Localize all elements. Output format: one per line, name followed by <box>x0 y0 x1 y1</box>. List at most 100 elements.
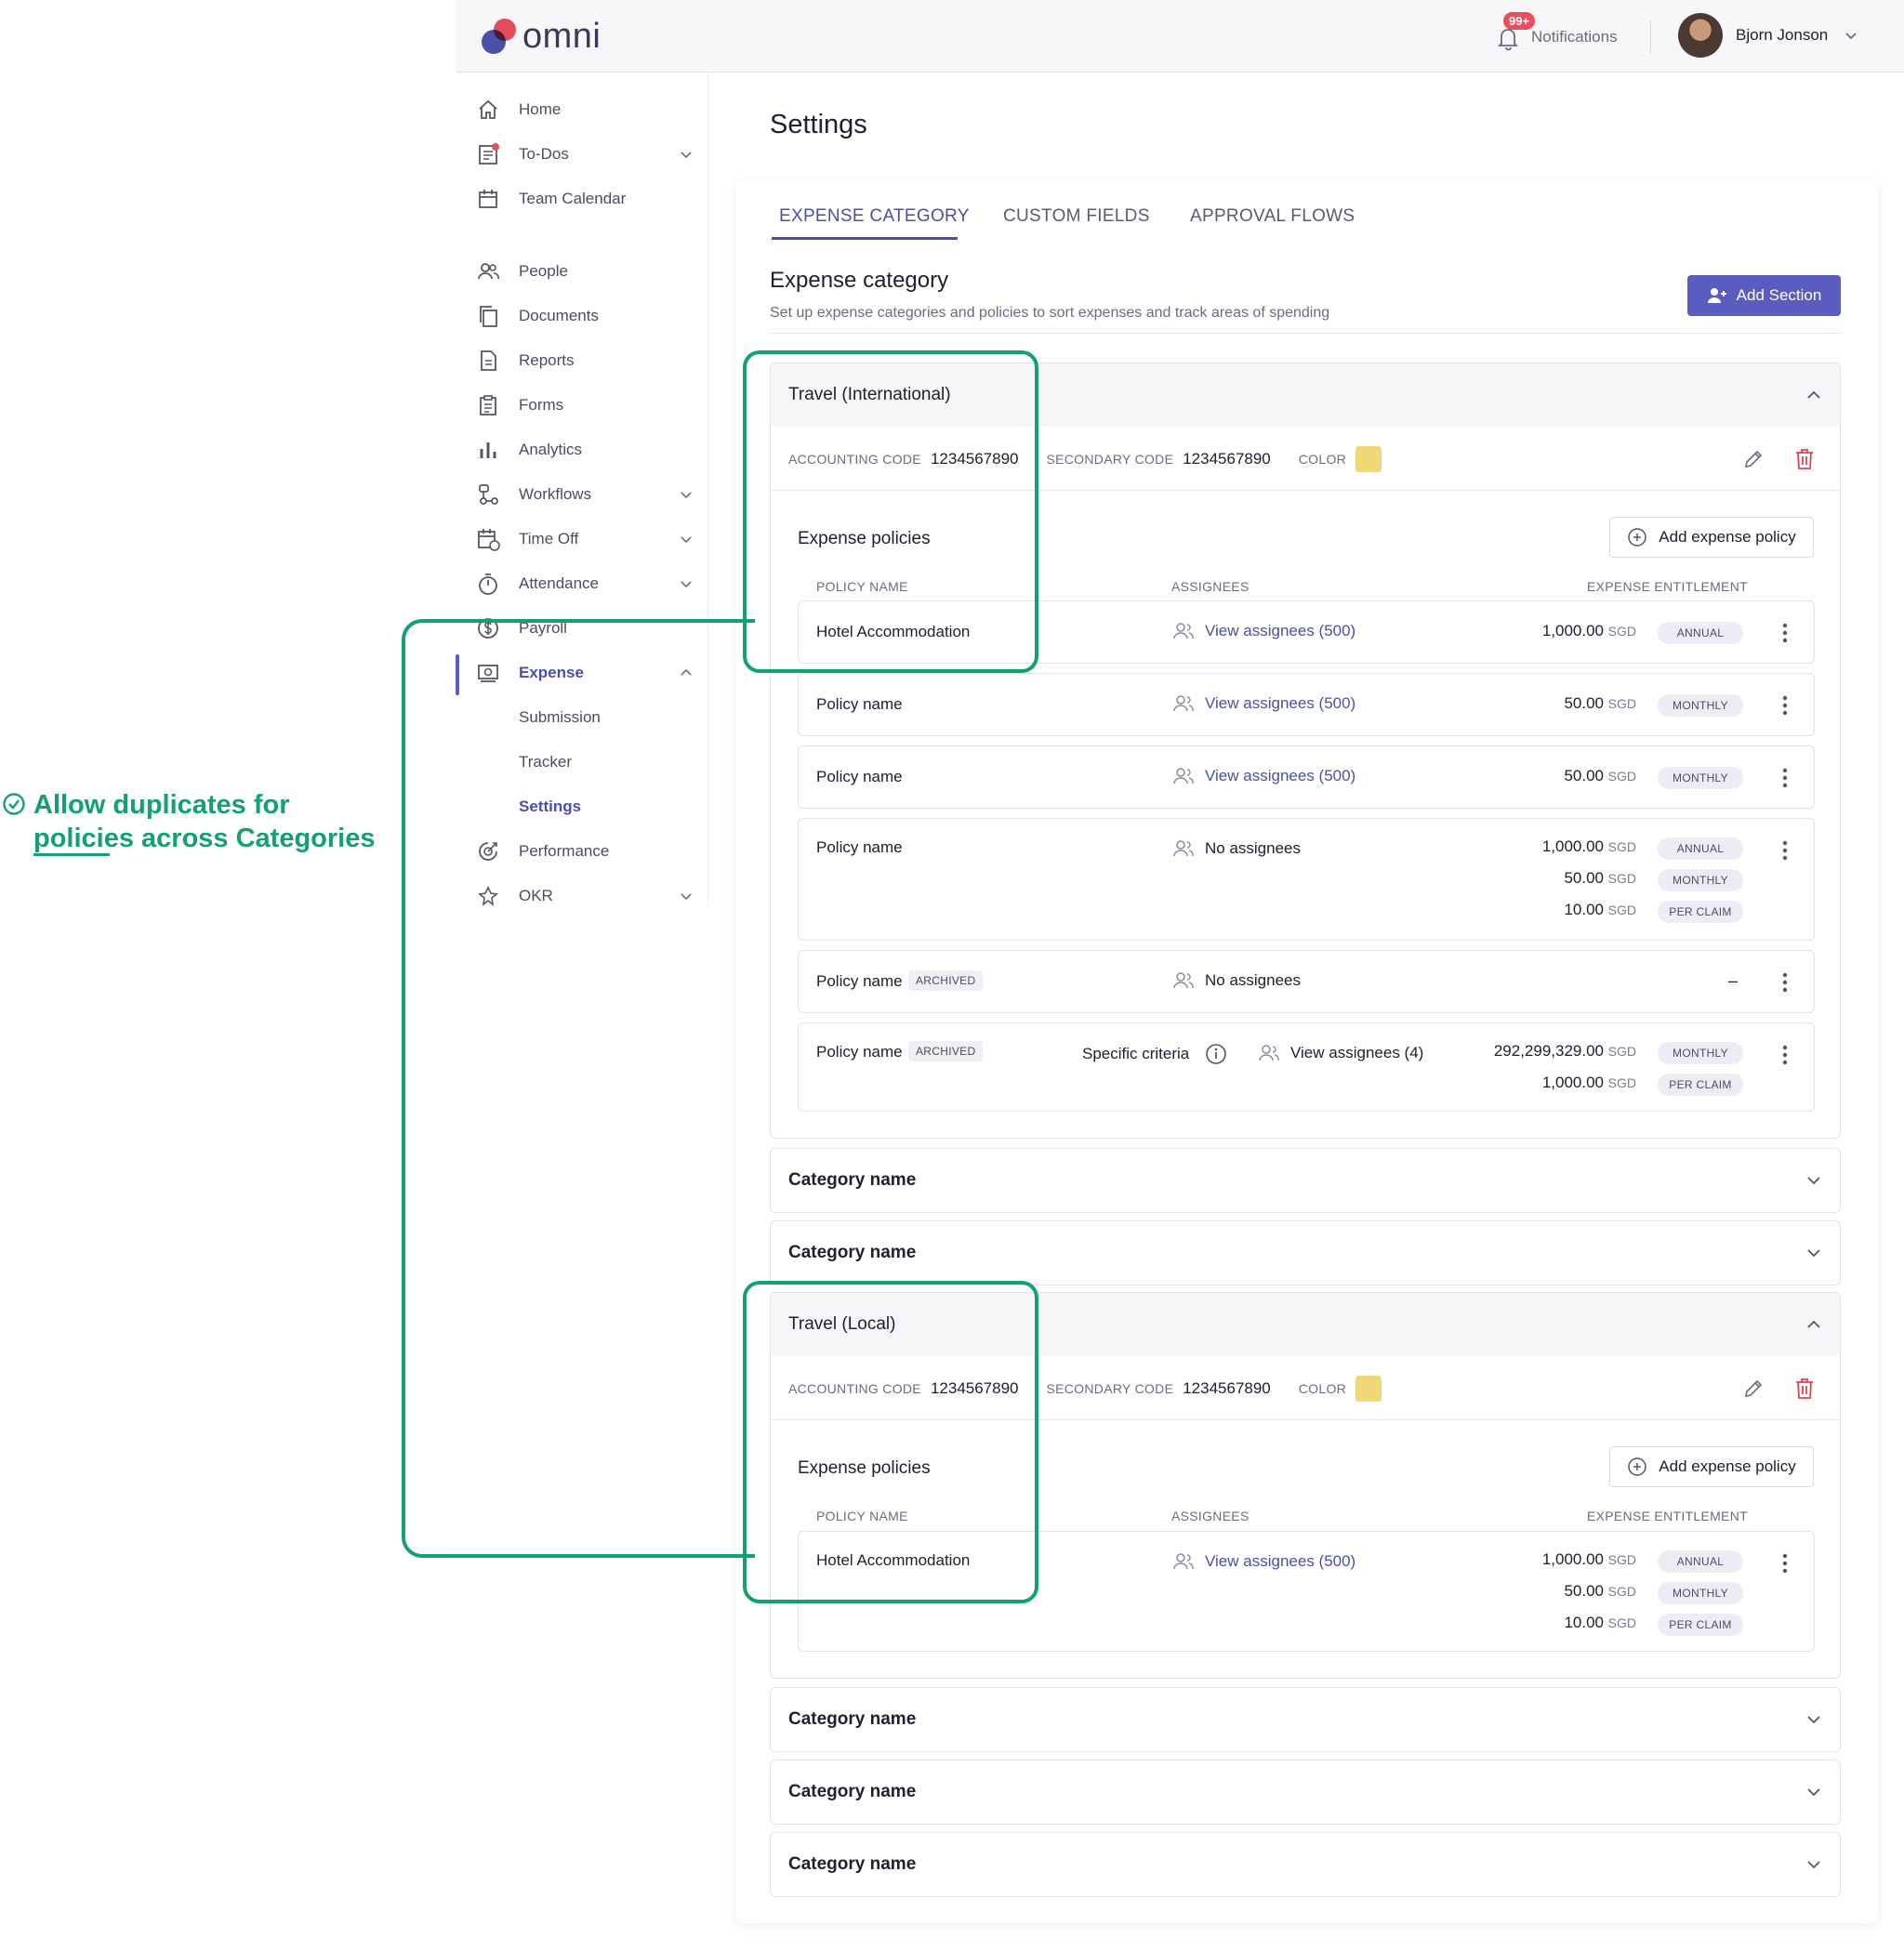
category-header[interactable]: Category name <box>771 1833 1840 1896</box>
entitlement-period-badge: PER CLAIM <box>1658 1614 1743 1636</box>
people-icon <box>1173 695 1194 712</box>
category-collapsed[interactable]: Category name <box>770 1760 1841 1825</box>
category-collapsed[interactable]: Category name <box>770 1832 1841 1897</box>
assignees-text: View assignees (500) <box>1205 694 1356 712</box>
add-expense-policy-button[interactable]: Add expense policy <box>1609 1446 1814 1487</box>
category-collapsed[interactable]: Category name <box>770 1687 1841 1752</box>
omni-logo[interactable]: omni <box>482 17 612 58</box>
sidebar-item-to-dos[interactable]: To-Dos <box>456 136 707 173</box>
sidebar-item-people[interactable]: People <box>456 253 707 290</box>
entitlement-amount: 50.00 <box>1564 694 1604 712</box>
policy-row[interactable]: Policy name ARCHIVED No assignees – <box>798 950 1815 1013</box>
chevron-down-icon[interactable] <box>1805 1244 1823 1262</box>
chevron-down-icon[interactable] <box>679 147 694 162</box>
policy-row[interactable]: Policy name View assignees (500) 50.00 S… <box>798 745 1815 809</box>
policy-row[interactable]: Policy name View assignees (500) 50.00 S… <box>798 673 1815 736</box>
sidebar-item-reports[interactable]: Reports <box>456 342 707 379</box>
people-icon <box>1173 768 1194 784</box>
more-options-icon[interactable] <box>1782 971 1788 994</box>
assignees-text: No assignees <box>1205 971 1302 989</box>
user-menu[interactable]: Bjorn Jonson <box>1678 13 1859 58</box>
entitlement-line: 10.00 SGD PER CLAIM <box>1464 1614 1743 1638</box>
entitlement-currency: SGD <box>1607 871 1636 886</box>
add-expense-policy-label: Add expense policy <box>1659 528 1796 546</box>
sidebar-item-label: Reports <box>519 351 575 369</box>
policy-row[interactable]: Policy name No assignees 1,000.00 SGD AN… <box>798 818 1815 941</box>
sidebar-item-time-off[interactable]: Time Off <box>456 521 707 558</box>
sidebar-item-analytics[interactable]: Analytics <box>456 431 707 468</box>
chevron-down-icon[interactable] <box>1805 1710 1823 1729</box>
category-collapsed[interactable]: Category name <box>770 1220 1841 1285</box>
category-name: Category name <box>788 1170 917 1190</box>
color-label: COLOR <box>1298 452 1347 467</box>
more-options-icon[interactable] <box>1782 839 1788 862</box>
entitlement-currency: SGD <box>1607 1615 1636 1630</box>
category-header[interactable]: Category name <box>771 1760 1840 1824</box>
category-header[interactable]: Category name <box>771 1221 1840 1285</box>
entitlement-line: 1,000.00 SGD ANNUAL <box>1464 622 1743 646</box>
entitlement-currency: SGD <box>1607 1075 1636 1090</box>
sidebar-item-label: Attendance <box>519 574 600 592</box>
tab-custom-fields[interactable]: CUSTOM FIELDS <box>1003 206 1150 227</box>
entitlement-currency: SGD <box>1607 696 1636 711</box>
more-options-icon[interactable] <box>1782 767 1788 789</box>
more-options-icon[interactable] <box>1782 622 1788 644</box>
chevron-up-icon[interactable] <box>1805 1315 1823 1334</box>
chevron-down-icon[interactable] <box>1805 1855 1823 1874</box>
entitlement-currency: SGD <box>1607 1044 1636 1059</box>
entitlement-period-badge: MONTHLY <box>1658 767 1743 789</box>
category-header[interactable]: Category name <box>771 1149 1840 1212</box>
entitlement-currency: SGD <box>1607 839 1636 854</box>
info-icon[interactable] <box>1204 1042 1228 1066</box>
policy-row[interactable]: Policy name ARCHIVED Specific criteria V… <box>798 1022 1815 1112</box>
category-header[interactable]: Category name <box>771 1688 1840 1751</box>
sidebar-item-home[interactable]: Home <box>456 91 707 128</box>
notifications-badge: 99+ <box>1503 12 1536 30</box>
chevron-down-icon[interactable] <box>679 487 694 502</box>
add-expense-policy-button[interactable]: Add expense policy <box>1609 517 1814 558</box>
chevron-down-icon[interactable] <box>1805 1171 1823 1190</box>
category-collapsed[interactable]: Category name <box>770 1148 1841 1213</box>
sidebar-item-team-calendar[interactable]: Team Calendar <box>456 180 707 218</box>
entitlement-line: 292,299,329.00 SGD MONTHLY <box>1464 1042 1743 1066</box>
pencil-icon[interactable] <box>1741 447 1765 471</box>
specific-criteria: Specific criteria <box>1082 1042 1228 1066</box>
entitlement-period-badge: MONTHLY <box>1658 869 1743 891</box>
tab-expense-category[interactable]: EXPENSE CATEGORY <box>779 206 970 227</box>
sidebar-item-workflows[interactable]: Workflows <box>456 476 707 513</box>
sidebar-item-label: Home <box>519 100 562 118</box>
pencil-icon[interactable] <box>1741 1377 1765 1401</box>
chevron-down-icon[interactable] <box>679 576 694 591</box>
more-options-icon[interactable] <box>1782 1044 1788 1066</box>
notifications-button[interactable]: 99+ Notifications <box>1492 12 1618 56</box>
sidebar-item-label: Workflows <box>519 485 592 503</box>
entitlement-amount: 10.00 <box>1564 1614 1604 1631</box>
entitlement-amount: 1,000.00 <box>1541 1550 1604 1568</box>
chevron-down-icon[interactable] <box>1805 1783 1823 1801</box>
more-options-icon[interactable] <box>1782 1552 1788 1575</box>
report-icon <box>481 350 496 371</box>
entitlement-amount: 10.00 <box>1564 901 1604 918</box>
documents-icon <box>480 306 497 327</box>
column-header-assignees: ASSIGNEES <box>1171 1509 1250 1523</box>
secondary-code-label: SECONDARY CODE <box>1046 452 1174 467</box>
view-assignees-link[interactable]: View assignees (500) <box>1171 767 1355 785</box>
sidebar-item-forms[interactable]: Forms <box>456 387 707 424</box>
entitlement-amount: 50.00 <box>1564 1582 1604 1600</box>
section-title: Expense category <box>770 268 949 293</box>
more-options-icon[interactable] <box>1782 694 1788 717</box>
view-assignees-link[interactable]: View assignees (500) <box>1171 622 1355 640</box>
chevron-down-icon[interactable] <box>679 532 694 547</box>
view-assignees-link[interactable]: View assignees (4) <box>1257 1044 1423 1062</box>
add-section-button[interactable]: Add Section <box>1687 275 1841 316</box>
tab-approval-flows[interactable]: APPROVAL FLOWS <box>1190 206 1355 227</box>
trash-icon[interactable] <box>1793 447 1816 471</box>
sidebar-item-label: Documents <box>519 307 599 324</box>
chevron-up-icon[interactable] <box>1805 386 1823 404</box>
sidebar-item-attendance[interactable]: Attendance <box>456 565 707 602</box>
view-assignees-link[interactable]: View assignees (500) <box>1171 1552 1355 1571</box>
color-swatch <box>1355 1376 1382 1402</box>
trash-icon[interactable] <box>1793 1377 1816 1401</box>
sidebar-item-documents[interactable]: Documents <box>456 297 707 335</box>
view-assignees-link[interactable]: View assignees (500) <box>1171 694 1355 713</box>
